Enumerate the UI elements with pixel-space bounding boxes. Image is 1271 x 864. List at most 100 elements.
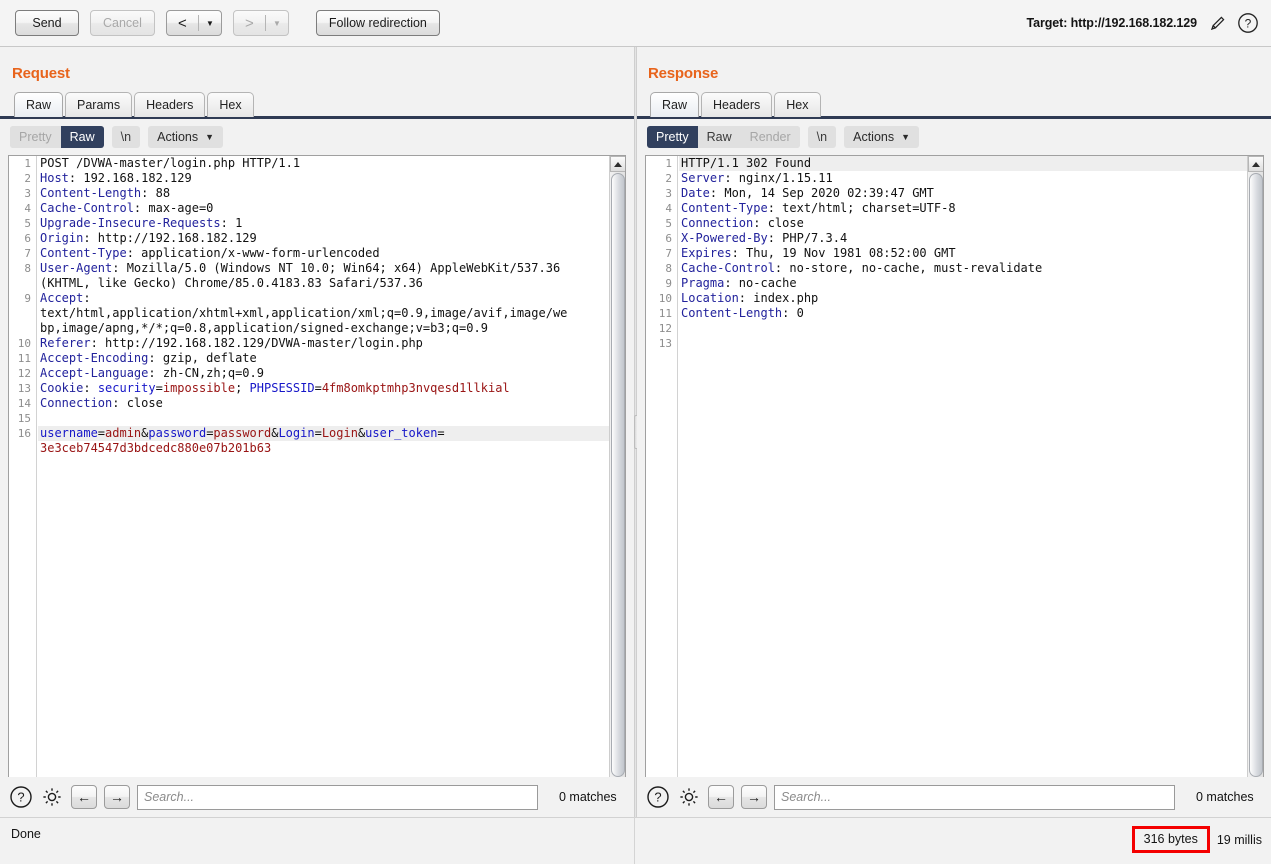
line-number <box>9 321 36 336</box>
line-number: 8 <box>24 262 31 275</box>
code-token: = <box>155 381 163 395</box>
request-tab-raw[interactable]: Raw <box>14 92 64 117</box>
code-line: Cache-Control: no-store, no-cache, must-… <box>679 261 1247 276</box>
response-search-next-button[interactable]: → <box>741 785 767 809</box>
code-line: Connection: close <box>38 396 609 411</box>
request-raw-button[interactable]: Raw <box>60 126 104 148</box>
code-token: Host <box>40 171 69 185</box>
code-token: Expires <box>681 246 732 260</box>
code-line: Accept-Language: zh-CN,zh;q=0.9 <box>38 366 609 381</box>
send-button[interactable]: Send <box>15 10 79 36</box>
request-match-count: 0 matches <box>559 790 617 804</box>
request-tab-params[interactable]: Params <box>65 92 133 117</box>
code-line: Expires: Thu, 19 Nov 1981 08:52:00 GMT <box>679 246 1247 261</box>
response-line-numbers: 1 2 3 4 5 6 7 8 9 10 11 12 13 <box>646 156 678 793</box>
code-token: X-Powered-By <box>681 231 768 245</box>
code-token: ; <box>235 381 250 395</box>
response-scroll-thumb[interactable] <box>1249 173 1263 777</box>
response-actions-button[interactable]: Actions ▼ <box>844 126 920 148</box>
request-search-next-button[interactable]: → <box>104 785 130 809</box>
code-token: Content-Type <box>40 246 127 260</box>
code-token: Content-Type <box>681 201 768 215</box>
response-search-help-icon[interactable]: ? <box>646 785 670 809</box>
cancel-button[interactable]: Cancel <box>90 10 155 36</box>
response-render-button[interactable]: Render <box>740 126 800 148</box>
code-token: : nginx/1.15.11 <box>724 171 833 185</box>
code-line: Upgrade-Insecure-Requests: 1 <box>38 216 609 231</box>
code-token: Cache-Control <box>40 201 134 215</box>
code-token: text/html,application/xhtml+xml,applicat… <box>40 306 568 320</box>
burp-repeater-window: Send Cancel < ▼ > ▼ Follow redirection T… <box>0 0 1271 864</box>
response-tab-headers[interactable]: Headers <box>701 92 773 117</box>
forward-arrow-icon: > <box>245 14 254 32</box>
code-line: Accept: <box>38 291 609 306</box>
code-token: : 192.168.182.129 <box>68 171 192 185</box>
request-search-help-icon[interactable]: ? <box>9 785 33 809</box>
code-line: Host: 192.168.182.129 <box>38 171 609 186</box>
request-scroll-thumb[interactable] <box>611 173 625 777</box>
request-code-area[interactable]: POST /DVWA-master/login.php HTTP/1.1 Host… <box>38 156 609 793</box>
response-search-prev-button[interactable]: ← <box>708 785 734 809</box>
status-message: Done <box>11 827 41 841</box>
response-raw-button[interactable]: Raw <box>697 126 741 148</box>
code-line: Origin: http://192.168.182.129 <box>38 231 609 246</box>
chevron-down-icon[interactable]: ▼ <box>266 19 288 28</box>
back-button[interactable]: < ▼ <box>165 10 222 36</box>
response-search-input[interactable] <box>774 784 1175 810</box>
help-icon[interactable]: ? <box>1237 12 1259 34</box>
code-token: 3e3ceb74547d3bdcedc880e07b201b63 <box>40 441 272 455</box>
chevron-down-icon[interactable]: ▼ <box>199 19 221 28</box>
line-number: 14 <box>17 397 31 410</box>
code-token: Login <box>278 426 315 440</box>
response-tab-raw[interactable]: Raw <box>650 92 700 117</box>
response-vertical-scrollbar[interactable] <box>1247 156 1263 793</box>
pencil-icon[interactable] <box>1206 12 1228 34</box>
code-token: bp,image/apng,*/*;q=0.8,application/sign… <box>40 321 488 335</box>
code-token: : no-cache <box>724 276 797 290</box>
follow-redirection-button[interactable]: Follow redirection <box>315 10 440 36</box>
code-token: username <box>40 426 98 440</box>
request-editor[interactable]: 1 2 3 4 5 6 7 8 9 10 11 12 13 14 15 16 POST /DVWA-maste… <box>8 155 626 794</box>
code-token: : close <box>112 396 163 410</box>
line-number: 2 <box>665 172 672 185</box>
response-code-area[interactable]: HTTP/1.1 302 Found Server: nginx/1.15.11 D… <box>679 156 1247 793</box>
panes-container: Request Raw Params Headers Hex Pretty Ra… <box>0 47 1271 817</box>
code-token: Cookie <box>40 381 84 395</box>
forward-button[interactable]: > ▼ <box>232 10 289 36</box>
code-token: password <box>213 426 272 440</box>
toolbar-button-group: Send Cancel < ▼ > ▼ Follow redirection <box>0 10 440 36</box>
code-line: Content-Type: text/html; charset=UTF-8 <box>679 201 1247 216</box>
code-line: Cookie: security=impossible; PHPSESSID=4… <box>38 381 609 396</box>
scroll-up-icon[interactable] <box>610 156 625 172</box>
request-vertical-scrollbar[interactable] <box>609 156 625 793</box>
line-number: 12 <box>658 322 672 335</box>
request-actions-button[interactable]: Actions ▼ <box>148 126 224 148</box>
line-number: 1 <box>24 157 31 170</box>
request-search-input[interactable] <box>137 784 538 810</box>
response-newline-button[interactable]: \n <box>807 126 837 148</box>
response-pretty-button[interactable]: Pretty <box>647 126 698 148</box>
scroll-up-icon[interactable] <box>1248 156 1263 172</box>
code-token: 4fm8omkptmhp3nvqesd1llkial <box>321 381 510 395</box>
send-button-label: Send <box>32 16 62 30</box>
code-token: HTTP/1.1 302 Found <box>681 156 812 170</box>
code-token: = <box>437 426 445 440</box>
response-tab-hex[interactable]: Hex <box>774 92 821 117</box>
request-tab-hex[interactable]: Hex <box>207 92 254 117</box>
request-pane: Request Raw Params Headers Hex Pretty Ra… <box>0 47 634 817</box>
request-tab-headers[interactable]: Headers <box>134 92 206 117</box>
request-search-prev-button[interactable]: ← <box>71 785 97 809</box>
line-number: 13 <box>658 337 672 350</box>
code-line: Accept-Encoding: gzip, deflate <box>38 351 609 366</box>
code-token: impossible <box>162 381 236 395</box>
response-editor[interactable]: 1 2 3 4 5 6 7 8 9 10 11 12 13 HTTP/1.1 302 Found Serv… <box>645 155 1264 794</box>
response-size-badge: 316 bytes <box>1131 826 1210 853</box>
request-newline-button[interactable]: \n <box>111 126 141 148</box>
request-search-gear-icon[interactable] <box>40 785 64 809</box>
request-pretty-button[interactable]: Pretty <box>10 126 61 148</box>
request-search-bar: ? ← → 0 matches <box>0 777 634 817</box>
response-search-gear-icon[interactable] <box>677 785 701 809</box>
code-line: Content-Type: application/x-www-form-url… <box>38 246 609 261</box>
